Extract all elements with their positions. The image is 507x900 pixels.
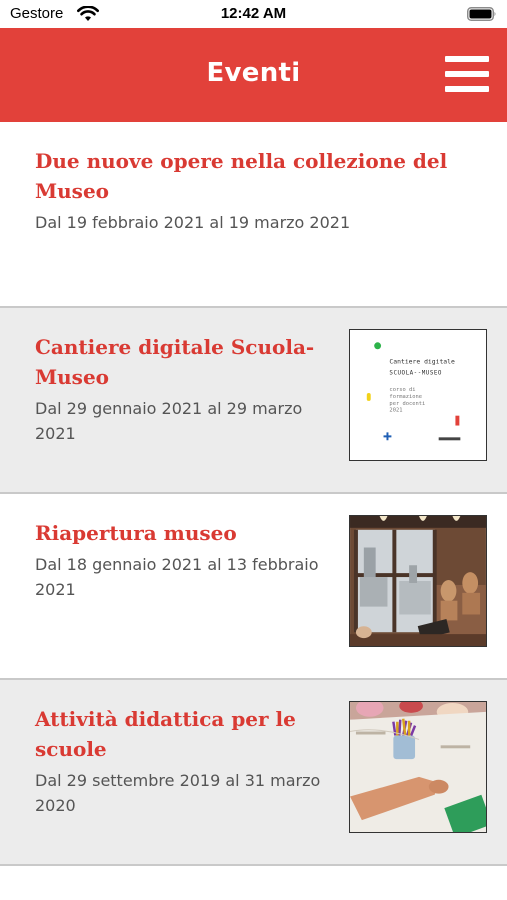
poster-line: corso di xyxy=(389,387,415,393)
event-list-item[interactable]: Cantiere digitale Scuola-Museo Dal 29 ge… xyxy=(0,308,507,494)
menu-bar xyxy=(445,86,489,92)
event-dates: Dal 29 gennaio 2021 al 29 marzo 2021 xyxy=(35,399,303,443)
event-list: Due nuove opere nella collezione del Mus… xyxy=(0,122,507,866)
poster-image: Cantiere digitale SCUOLA--MUSEO corso di… xyxy=(350,330,486,460)
menu-bar xyxy=(445,56,489,62)
event-list-item[interactable]: Due nuove opere nella collezione del Mus… xyxy=(0,122,507,308)
event-list-item[interactable]: Riapertura museo Dal 18 gennaio 2021 al … xyxy=(0,494,507,680)
app-header: Eventi xyxy=(0,28,507,122)
hamburger-menu-icon[interactable] xyxy=(445,54,489,94)
poster-line: SCUOLA--MUSEO xyxy=(389,370,442,376)
classroom-photo xyxy=(350,702,486,832)
event-thumbnail-poster[interactable]: Cantiere digitale SCUOLA--MUSEO corso di… xyxy=(349,329,487,461)
poster-line: Cantiere digitale xyxy=(389,357,455,365)
event-title[interactable]: Cantiere digitale Scuola-Museo xyxy=(35,332,325,392)
event-dates: Dal 18 gennaio 2021 al 13 febbraio 2021 xyxy=(35,555,319,599)
status-bar: Gestore 12:42 AM xyxy=(0,0,507,28)
event-title[interactable]: Riapertura museo xyxy=(35,518,325,548)
museum-room-photo xyxy=(350,516,486,646)
event-dates: Dal 19 febbraio 2021 al 19 marzo 2021 xyxy=(35,213,351,232)
battery-full-icon xyxy=(467,7,496,21)
poster-line: formazione xyxy=(389,394,422,400)
poster-line: 2021 xyxy=(389,408,402,414)
event-dates: Dal 29 settembre 2019 al 31 marzo 2020 xyxy=(35,771,321,815)
event-thumbnail-photo[interactable] xyxy=(349,515,487,647)
event-title[interactable]: Attività didattica per le scuole xyxy=(35,704,325,764)
event-thumbnail-photo[interactable] xyxy=(349,701,487,833)
event-title[interactable]: Due nuove opere nella collezione del Mus… xyxy=(35,146,455,206)
menu-bar xyxy=(445,71,489,77)
event-list-item[interactable]: Attività didattica per le scuole Dal 29 … xyxy=(0,680,507,866)
status-time: 12:42 AM xyxy=(220,5,287,22)
poster-line: per docenti xyxy=(389,401,425,407)
page-title: Eventi xyxy=(206,58,301,88)
